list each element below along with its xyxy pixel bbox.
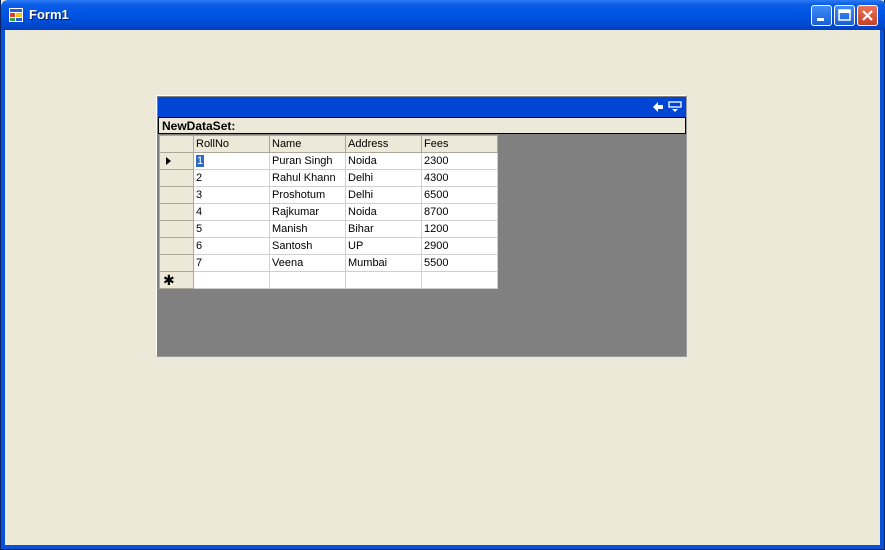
window-frame-bottom — [1, 545, 884, 549]
table-cell[interactable]: 5 — [193, 220, 270, 238]
data-grid[interactable]: NewDataSet: RollNo Name Address Fees 1 P… — [156, 95, 687, 357]
parent-dataset-label: NewDataSet: — [162, 119, 236, 133]
table-row[interactable]: 5 Manish Bihar 1200 — [159, 220, 498, 238]
table-cell[interactable]: 1200 — [421, 220, 498, 238]
table-cell[interactable]: Puran Singh — [269, 152, 346, 170]
window-frame-right — [880, 30, 884, 549]
row-header-new[interactable]: ✱ — [159, 271, 194, 289]
parent-rows-bar: NewDataSet: — [158, 117, 686, 134]
table-cell[interactable]: UP — [345, 237, 422, 255]
table-cell[interactable]: 8700 — [421, 203, 498, 221]
table-cell[interactable]: Noida — [345, 152, 422, 170]
header-row: RollNo Name Address Fees — [159, 135, 498, 153]
grid-caption-bar — [158, 97, 686, 117]
row-header-current[interactable] — [159, 152, 194, 170]
back-arrow-icon[interactable] — [651, 100, 665, 114]
table-row[interactable]: 6 Santosh UP 2900 — [159, 237, 498, 255]
table-cell[interactable]: Proshotum — [269, 186, 346, 204]
table-cell[interactable]: 4 — [193, 203, 270, 221]
maximize-icon — [838, 9, 851, 21]
title-bar[interactable]: Form1 — [1, 0, 885, 30]
table-cell[interactable]: Mumbai — [345, 254, 422, 272]
current-row-arrow-icon — [166, 157, 171, 165]
table-cell[interactable]: Rahul Khann — [269, 169, 346, 187]
table-cell[interactable]: Delhi — [345, 169, 422, 187]
table-row[interactable]: 4 Rajkumar Noida 8700 — [159, 203, 498, 221]
table-cell[interactable] — [421, 271, 498, 289]
column-header-address[interactable]: Address — [345, 135, 422, 153]
row-header[interactable] — [159, 203, 194, 221]
table-cell[interactable]: 4300 — [421, 169, 498, 187]
main-window: Form1 NewDataSet: RollNo Name Address Fe… — [0, 0, 885, 550]
window-title: Form1 — [29, 7, 69, 22]
close-icon — [862, 10, 873, 21]
table-cell[interactable]: 2900 — [421, 237, 498, 255]
new-row[interactable]: ✱ — [159, 271, 498, 289]
table-cell[interactable]: 2 — [193, 169, 270, 187]
table-cell[interactable]: Rajkumar — [269, 203, 346, 221]
row-header[interactable] — [159, 169, 194, 187]
table-cell[interactable]: Delhi — [345, 186, 422, 204]
table-cell[interactable] — [345, 271, 422, 289]
table-row[interactable]: 1 Puran Singh Noida 2300 — [159, 152, 498, 170]
table-cell[interactable]: 7 — [193, 254, 270, 272]
table-cell[interactable] — [269, 271, 346, 289]
app-icon[interactable] — [9, 8, 23, 22]
table-cell[interactable] — [193, 271, 270, 289]
table-cell[interactable]: Manish — [269, 220, 346, 238]
column-header-fees[interactable]: Fees — [421, 135, 498, 153]
corner-header[interactable] — [159, 135, 194, 153]
table-cell[interactable]: Veena — [269, 254, 346, 272]
close-button[interactable] — [857, 5, 878, 26]
table-cell[interactable]: Noida — [345, 203, 422, 221]
toggle-parent-rows-icon[interactable] — [668, 100, 682, 114]
table-row[interactable]: 2 Rahul Khann Delhi 4300 — [159, 169, 498, 187]
table-cell[interactable]: Santosh — [269, 237, 346, 255]
table-row[interactable]: 7 Veena Mumbai 5500 — [159, 254, 498, 272]
column-header-rollno[interactable]: RollNo — [193, 135, 270, 153]
maximize-button[interactable] — [834, 5, 855, 26]
table-cell[interactable]: 2300 — [421, 152, 498, 170]
row-header[interactable] — [159, 220, 194, 238]
row-header[interactable] — [159, 186, 194, 204]
table-cell[interactable]: 3 — [193, 186, 270, 204]
column-header-name[interactable]: Name — [269, 135, 346, 153]
table-cell[interactable]: 6500 — [421, 186, 498, 204]
new-row-asterisk-icon: ✱ — [163, 272, 175, 288]
row-header[interactable] — [159, 237, 194, 255]
grid-table[interactable]: RollNo Name Address Fees 1 Puran Singh N… — [159, 135, 498, 289]
table-cell[interactable]: 1 — [193, 152, 270, 170]
selected-cell-text: 1 — [196, 155, 205, 167]
table-row[interactable]: 3 Proshotum Delhi 6500 — [159, 186, 498, 204]
table-cell[interactable]: 5500 — [421, 254, 498, 272]
table-cell[interactable]: 6 — [193, 237, 270, 255]
minimize-icon — [817, 18, 824, 21]
table-cell[interactable]: Bihar — [345, 220, 422, 238]
minimize-button[interactable] — [811, 5, 832, 26]
row-header[interactable] — [159, 254, 194, 272]
